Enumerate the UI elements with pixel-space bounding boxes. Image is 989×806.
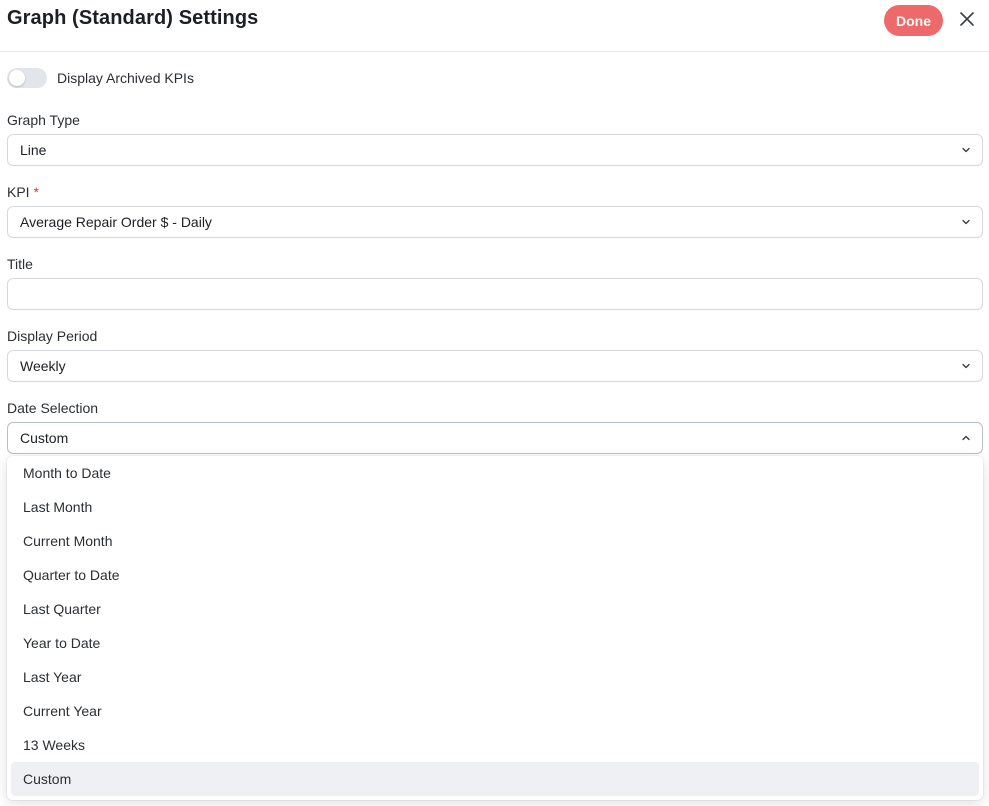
display-period-value: Weekly [20, 358, 66, 374]
dropdown-option[interactable]: Last Quarter [11, 592, 979, 626]
kpi-label: KPI * [7, 184, 39, 200]
title-label: Title [7, 256, 33, 272]
dropdown-option[interactable]: 13 Weeks [11, 728, 979, 762]
archived-kpis-row: Display Archived KPIs [7, 68, 194, 88]
date-selection-value: Custom [20, 430, 69, 446]
dropdown-option[interactable]: Current Month [11, 524, 979, 558]
title-input[interactable] [7, 278, 983, 310]
required-mark: * [33, 184, 39, 200]
kpi-select[interactable]: Average Repair Order $ - Daily [7, 206, 983, 238]
graph-type-label: Graph Type [7, 112, 80, 128]
chevron-down-icon [962, 147, 970, 153]
page-title: Graph (Standard) Settings [7, 7, 259, 29]
dropdown-option[interactable]: Year to Date [11, 626, 979, 660]
display-period-select[interactable]: Weekly [7, 350, 983, 382]
dropdown-option-selected[interactable]: Custom [11, 762, 979, 796]
date-selection-dropdown: Month to Date Last Month Current Month Q… [7, 456, 983, 800]
dropdown-option[interactable]: Quarter to Date [11, 558, 979, 592]
kpi-label-text: KPI [7, 184, 30, 200]
dropdown-option[interactable]: Month to Date [11, 456, 979, 490]
date-selection-select[interactable]: Custom [7, 422, 983, 454]
display-period-label: Display Period [7, 328, 98, 344]
kpi-value: Average Repair Order $ - Daily [20, 214, 212, 230]
dropdown-option[interactable]: Current Year [11, 694, 979, 728]
modal-header: Graph (Standard) Settings Done [0, 0, 989, 52]
chevron-down-icon [962, 363, 970, 369]
dropdown-option[interactable]: Last Year [11, 660, 979, 694]
chevron-down-icon [962, 219, 970, 225]
close-icon [960, 12, 974, 26]
graph-type-value: Line [20, 142, 47, 158]
archived-kpis-toggle[interactable] [7, 68, 47, 88]
chevron-up-icon [962, 435, 970, 441]
dropdown-option[interactable]: Last Month [11, 490, 979, 524]
done-button[interactable]: Done [884, 5, 943, 36]
graph-type-select[interactable]: Line [7, 134, 983, 166]
toggle-knob [9, 70, 25, 86]
date-selection-label: Date Selection [7, 400, 99, 416]
archived-kpis-label: Display Archived KPIs [57, 70, 194, 86]
close-button[interactable] [956, 8, 978, 30]
